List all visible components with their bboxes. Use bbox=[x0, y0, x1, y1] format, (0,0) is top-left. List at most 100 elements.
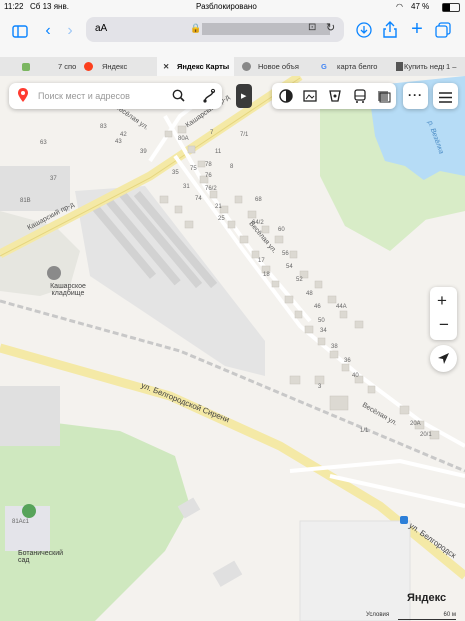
hamburger-menu-button[interactable] bbox=[433, 83, 458, 109]
terms-link[interactable]: Условия bbox=[366, 612, 389, 618]
house-number: 80А bbox=[178, 136, 189, 142]
house-number: 44А bbox=[336, 304, 347, 310]
house-number: 36 bbox=[344, 358, 351, 364]
cemetery-label: Кашарское кладбище bbox=[50, 283, 86, 297]
location-arrow-icon bbox=[437, 352, 450, 370]
house-number: 78 bbox=[205, 162, 212, 168]
house-number: 74 bbox=[195, 196, 202, 202]
satellite-icon[interactable] bbox=[377, 89, 391, 103]
browser-toolbar: ‹ › aA 🔒 ⊡ ↻ + bbox=[0, 13, 465, 57]
house-number: 35 bbox=[172, 170, 179, 176]
map-graphics bbox=[0, 76, 465, 621]
house-number: 37 bbox=[50, 176, 57, 182]
bus-stop-icon[interactable] bbox=[400, 516, 408, 524]
house-number: 76 bbox=[205, 173, 212, 179]
my-location-button[interactable] bbox=[430, 345, 457, 372]
route-icon[interactable] bbox=[202, 88, 216, 103]
house-number: 43 bbox=[115, 139, 122, 145]
house-number: 75 bbox=[190, 166, 197, 172]
yandex-favicon-icon bbox=[84, 62, 93, 71]
status-time: 11:22 bbox=[4, 2, 24, 11]
house-number: 11 bbox=[215, 149, 222, 155]
tab-2[interactable]: Яндекс bbox=[80, 57, 155, 76]
tabs-overview-icon[interactable] bbox=[434, 21, 452, 39]
house-number: 18 bbox=[263, 272, 270, 278]
house-number: 42 bbox=[120, 132, 127, 138]
panel-toggle-button[interactable]: ▶ bbox=[236, 84, 252, 108]
garden-label: Ботанический сад bbox=[18, 550, 64, 564]
house-number: 48 bbox=[306, 291, 313, 297]
house-number: 52 bbox=[296, 277, 303, 283]
traffic-icon[interactable] bbox=[328, 89, 342, 103]
bottom-lot bbox=[299, 520, 411, 621]
tab-bar: 7 спо Яндекс ✕ Яндекс Карты Новое объя Gк… bbox=[0, 57, 465, 77]
tab-7[interactable]: 1 – bbox=[446, 57, 465, 76]
more-menu-button[interactable]: ··· bbox=[403, 83, 428, 109]
house-number: 81Ас1 bbox=[12, 519, 30, 525]
cemetery-poi-icon[interactable] bbox=[47, 266, 61, 280]
back-icon[interactable]: ‹ bbox=[40, 21, 56, 41]
new-tab-icon[interactable]: + bbox=[408, 18, 426, 40]
reload-icon[interactable]: ↻ bbox=[326, 21, 335, 34]
search-input[interactable]: Поиск мест и адресов bbox=[38, 91, 130, 101]
forward-icon[interactable]: › bbox=[62, 21, 78, 41]
more-icon: ··· bbox=[408, 88, 423, 102]
reader-aa-button[interactable]: aA bbox=[95, 23, 107, 34]
layers-icon[interactable] bbox=[279, 89, 293, 103]
house-number: 3 bbox=[318, 384, 322, 390]
house-number: 68 bbox=[255, 197, 262, 203]
house-number: 34 bbox=[320, 328, 327, 334]
house-number: 40 bbox=[352, 373, 359, 379]
house-number: 39 bbox=[140, 149, 147, 155]
battery-text: 47 % bbox=[411, 2, 430, 11]
status-date: Сб 13 янв. bbox=[30, 2, 69, 11]
address-bar[interactable]: aA 🔒 ⊡ ↻ bbox=[86, 17, 344, 42]
house-number: 17 bbox=[258, 258, 265, 264]
avito-favicon-icon bbox=[242, 62, 251, 71]
status-lock-text: Разблокировано bbox=[196, 2, 257, 11]
zoom-in-button[interactable]: + bbox=[437, 291, 447, 311]
tab-favicon-icon bbox=[22, 63, 30, 71]
house-number: 7 bbox=[210, 130, 214, 136]
status-bar: 11:22 Сб 13 янв. Разблокировано ◠ 47 % bbox=[0, 0, 465, 13]
house-number: 54 bbox=[286, 264, 293, 270]
map-canvas[interactable]: Кашарский пр-д Кашарский пр-д Весёлая ул… bbox=[0, 76, 465, 621]
tab-3-active[interactable]: ✕ Яндекс Карты bbox=[157, 57, 234, 76]
house-number: 1/1 bbox=[360, 428, 369, 434]
house-number: 38 bbox=[331, 344, 338, 350]
zoom-out-button[interactable]: − bbox=[439, 315, 449, 335]
close-tab-icon[interactable]: ✕ bbox=[163, 57, 169, 76]
transit-icon[interactable] bbox=[353, 89, 367, 103]
house-number: 64/2 bbox=[252, 220, 264, 226]
house-number: 25 bbox=[218, 216, 225, 222]
house-number: 8 bbox=[230, 164, 234, 170]
garden-poi-icon[interactable] bbox=[22, 504, 36, 518]
house-number: 60 bbox=[278, 227, 285, 233]
wifi-icon: ◠ bbox=[396, 2, 403, 11]
tab-4[interactable]: Новое объя bbox=[236, 57, 313, 76]
location-pin-icon bbox=[18, 88, 28, 102]
map-scale: 60 м bbox=[398, 612, 456, 620]
house-number: 76/2 bbox=[205, 186, 217, 192]
extension-icon[interactable]: ⊡ bbox=[308, 22, 316, 33]
house-number: 56 bbox=[282, 251, 289, 257]
house-number: 50 bbox=[318, 318, 325, 324]
menu-icon bbox=[439, 90, 452, 108]
lock-icon: 🔒 bbox=[190, 23, 202, 33]
house-number: 31 bbox=[183, 184, 190, 190]
share-icon[interactable] bbox=[381, 20, 399, 38]
layers-toolbar bbox=[272, 83, 396, 109]
house-number: 20А bbox=[410, 421, 421, 427]
tab-5[interactable]: Gкарта белго bbox=[315, 57, 392, 76]
zoom-controls: + − bbox=[430, 287, 457, 340]
search-icon[interactable] bbox=[172, 89, 185, 102]
search-box[interactable]: Поиск мест и адресов bbox=[9, 83, 222, 109]
play-icon: ▶ bbox=[241, 93, 247, 100]
tab-6[interactable]: Купить недв bbox=[394, 57, 444, 76]
panorama-icon[interactable] bbox=[303, 89, 317, 103]
sidebar-icon[interactable] bbox=[10, 21, 30, 41]
download-icon[interactable] bbox=[355, 21, 373, 39]
house-number: 7/1 bbox=[240, 132, 249, 138]
tab-favicon-icon bbox=[396, 62, 403, 71]
house-number: 81В bbox=[20, 198, 31, 204]
